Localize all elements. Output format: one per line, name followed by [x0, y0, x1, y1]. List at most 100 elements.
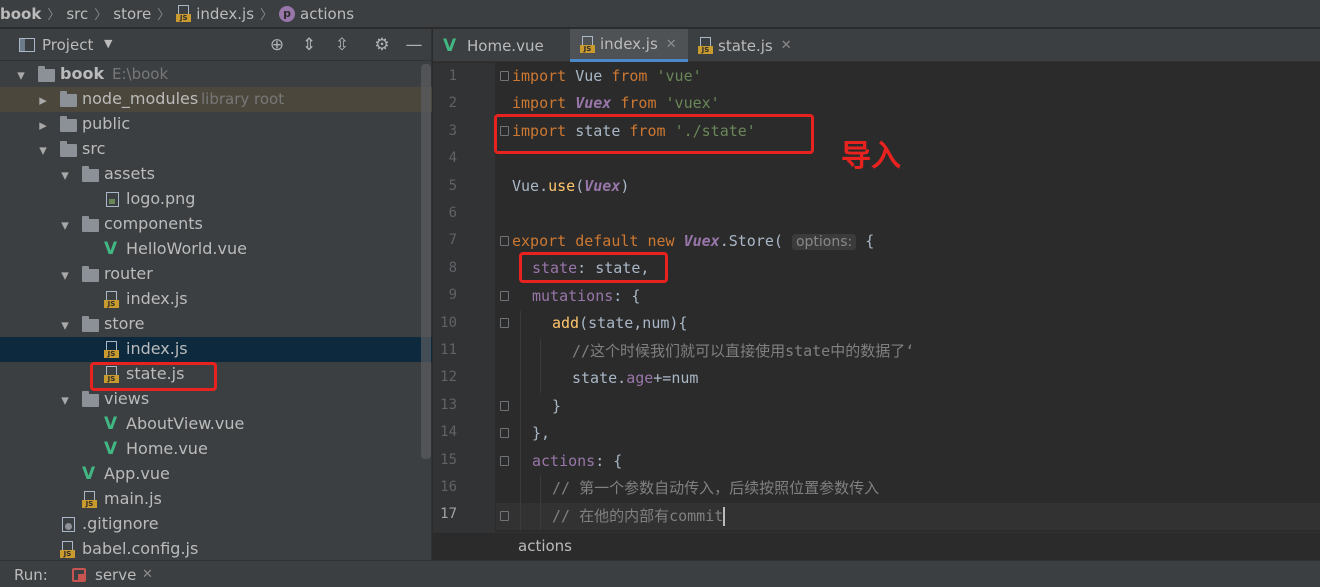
tree-item-label: AboutView.vue [126, 414, 245, 433]
tree-item[interactable]: ▾ book E:\book [0, 62, 432, 87]
vue-icon: V [104, 239, 118, 259]
npm-run-icon [72, 568, 86, 582]
chevron-right-icon: 〉 [260, 8, 274, 23]
tree-item[interactable]: V HelloWorld.vue [0, 237, 432, 262]
folder-icon [60, 91, 77, 107]
js-file-icon: JS [104, 341, 120, 358]
chevron-down-icon[interactable]: ▾ [36, 141, 50, 159]
tree-item[interactable]: V App.vue [0, 462, 432, 487]
chevron-down-icon[interactable]: ▾ [58, 216, 72, 234]
chevron-down-icon[interactable]: ▾ [58, 166, 72, 184]
project-view-selector[interactable]: Project [42, 36, 93, 54]
tab-home-vue[interactable]: V Home.vue [433, 29, 570, 62]
line-number: 2 [448, 95, 457, 112]
folder-icon [82, 166, 99, 182]
fold-marker-icon[interactable] [500, 401, 509, 411]
tree-item[interactable]: ▸ public [0, 112, 432, 137]
editor-tab-bar: V Home.vue JS index.js ✕ JS state.js ✕ [433, 29, 1320, 62]
text-caret [723, 507, 726, 526]
tree-item[interactable]: .gitignore [0, 512, 432, 537]
code-line: state.age+=num [572, 369, 699, 387]
expand-all-icon[interactable]: ⇕ [298, 34, 320, 56]
chevron-down-icon[interactable]: ▾ [58, 391, 72, 409]
tree-item-label: node_modules [82, 89, 199, 108]
chevron-down-icon[interactable]: ▾ [58, 316, 72, 334]
fold-marker-icon[interactable] [500, 456, 509, 466]
tree-item[interactable]: JS babel.config.js [0, 537, 432, 562]
line-number: 16 [440, 479, 457, 495]
folder-icon [82, 316, 99, 332]
close-icon[interactable]: ✕ [666, 37, 677, 52]
tree-item-hint: library root [201, 90, 285, 108]
tree-item[interactable]: ▾ store [0, 312, 432, 337]
run-tab-serve[interactable]: serve [95, 566, 136, 584]
collapse-all-icon[interactable]: ⇳ [331, 34, 353, 56]
tree-item[interactable]: ▾ router [0, 262, 432, 287]
tree-item-label: views [104, 389, 150, 408]
line-number: 6 [448, 205, 457, 221]
tree-item[interactable]: JS main.js [0, 487, 432, 512]
fold-marker-icon[interactable] [500, 318, 509, 328]
folder-icon [82, 266, 99, 282]
close-icon[interactable]: ✕ [142, 567, 153, 582]
breadcrumb-item-book[interactable]: book [0, 5, 41, 23]
tree-item-hint: E:\book [112, 65, 169, 83]
annotation-label: 导入 [841, 139, 901, 174]
folder-icon [60, 141, 77, 157]
breadcrumb-label: actions [300, 4, 355, 23]
tree-item[interactable]: ▾ src [0, 137, 432, 162]
fold-marker-icon[interactable] [500, 428, 509, 438]
chevron-down-icon[interactable]: ▼ [104, 37, 112, 50]
fold-marker-icon[interactable] [500, 236, 509, 246]
image-file-icon [106, 192, 119, 207]
tree-item[interactable]: ▾ assets [0, 162, 432, 187]
line-number: 10 [440, 314, 457, 331]
tree-item-label: App.vue [104, 464, 170, 483]
chevron-down-icon[interactable]: ▾ [58, 266, 72, 284]
chevron-right-icon[interactable]: ▸ [36, 91, 50, 109]
tree-item[interactable]: logo.png [0, 187, 432, 212]
fold-marker-icon[interactable] [500, 71, 509, 81]
tree-item[interactable]: ▸ node_modules library root [0, 87, 432, 112]
fold-marker-icon[interactable] [500, 511, 509, 521]
chevron-down-icon[interactable]: ▾ [14, 66, 28, 84]
breadcrumb-item-store[interactable]: store [113, 5, 151, 23]
line-number: 9 [448, 287, 457, 304]
code-breadcrumb-item[interactable]: actions [518, 537, 572, 555]
tree-item-label: index.js [126, 339, 188, 358]
breadcrumb-item-src[interactable]: src [66, 5, 88, 23]
folder-icon [82, 391, 99, 407]
line-number: 15 [440, 451, 457, 468]
tree-item-label: HelloWorld.vue [126, 239, 247, 258]
tab-index-js[interactable]: JS index.js ✕ [570, 29, 688, 62]
folder-icon [60, 116, 77, 132]
close-icon[interactable]: ✕ [781, 38, 792, 53]
tree-item-label: book [60, 64, 105, 83]
tree-item-label: babel.config.js [82, 539, 199, 558]
annotation-box-state [519, 252, 668, 283]
breadcrumb-item-actions[interactable]: p actions [279, 5, 354, 23]
hide-panel-icon[interactable]: — [403, 34, 425, 56]
tree-item[interactable]: JS index.js [0, 337, 432, 362]
tree-item[interactable]: V AboutView.vue [0, 412, 432, 437]
tree-item-label: components [104, 214, 203, 233]
gear-icon[interactable]: ⚙ [371, 34, 393, 56]
tree-item-label: index.js [126, 289, 188, 308]
breadcrumb-item-indexjs[interactable]: JS index.js [176, 5, 254, 23]
crosshair-icon[interactable]: ⊕ [266, 34, 288, 56]
tab-state-js[interactable]: JS state.js ✕ [688, 29, 808, 62]
code-line: Vue.use(Vuex) [512, 177, 630, 195]
run-label: Run: [14, 566, 48, 584]
run-tool-window-bar: Run: serve ✕ [0, 560, 1320, 587]
line-number: 12 [440, 369, 457, 386]
fold-marker-icon[interactable] [500, 291, 509, 301]
tree-item[interactable]: JS index.js [0, 287, 432, 312]
project-view-icon [19, 38, 35, 52]
property-icon: p [279, 5, 296, 22]
tree-item[interactable]: ▾ components [0, 212, 432, 237]
line-number-gutter[interactable]: 1 2 3 4 5 6 7 8 9 10 11 12 13 14 15 16 17 [433, 63, 495, 532]
tree-item[interactable]: V Home.vue [0, 437, 432, 462]
chevron-right-icon[interactable]: ▸ [36, 116, 50, 134]
line-number: 4 [448, 150, 457, 167]
tree-item[interactable]: ▾ views [0, 387, 432, 412]
